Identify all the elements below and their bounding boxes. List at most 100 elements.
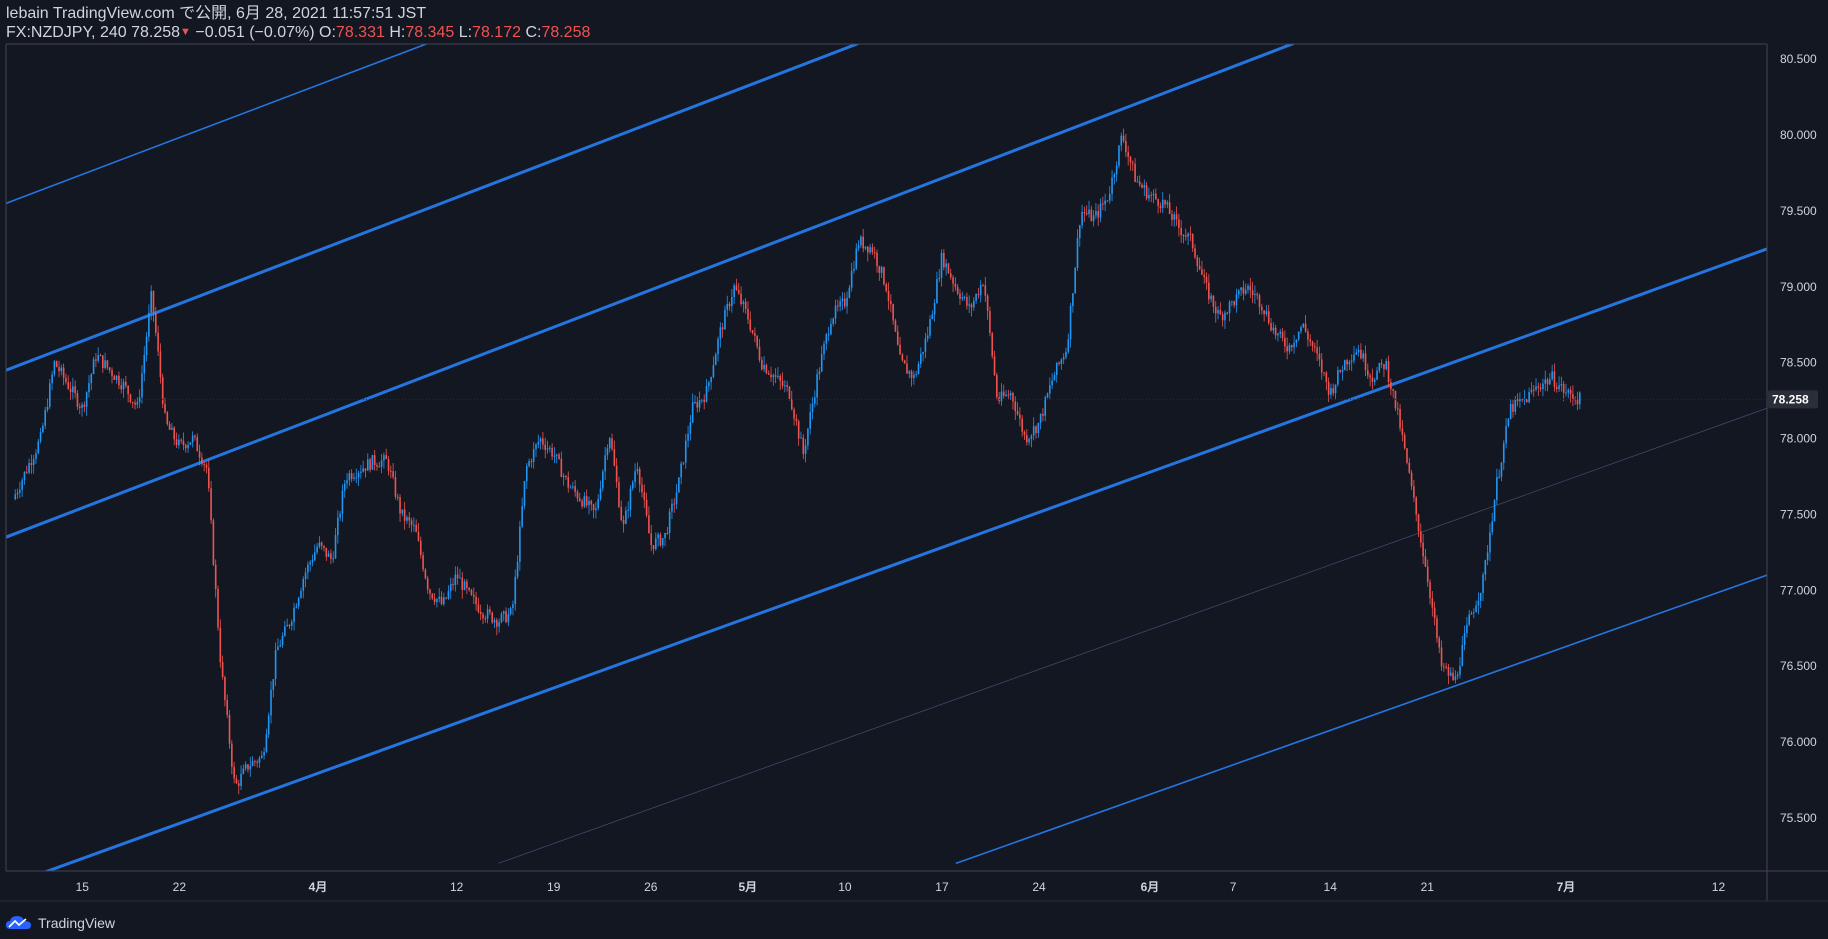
- candle-body: [830, 323, 832, 335]
- candle-body: [1528, 391, 1530, 403]
- candle-body: [258, 757, 261, 763]
- candle-body: [1479, 592, 1482, 601]
- candle-body: [908, 371, 911, 374]
- candle-body: [968, 304, 970, 306]
- candle-body: [394, 477, 397, 497]
- candle-body: [454, 574, 457, 585]
- candle-body: [1426, 566, 1429, 582]
- candle-body: [1470, 613, 1473, 615]
- candle-body: [917, 363, 920, 375]
- candle-body: [1226, 312, 1229, 314]
- candle-body: [903, 360, 906, 364]
- candle-body: [65, 377, 67, 383]
- plot-area[interactable]: [6, 44, 1767, 871]
- candle-body: [364, 468, 367, 471]
- candle-body: [1083, 211, 1086, 214]
- candle-body: [687, 433, 689, 441]
- candle-body: [1037, 422, 1040, 434]
- candle-body: [76, 393, 79, 407]
- candle-body: [943, 252, 945, 268]
- candle-body: [491, 612, 494, 623]
- candle-body: [58, 366, 60, 372]
- candle-body: [519, 526, 521, 562]
- candle-body: [747, 308, 749, 320]
- candle-body: [88, 383, 90, 393]
- candle-body: [1007, 394, 1010, 396]
- candle-body: [574, 486, 576, 492]
- candle-body: [684, 440, 687, 463]
- candle-body: [343, 483, 346, 491]
- candle-body: [1095, 211, 1097, 216]
- candle-body: [486, 609, 489, 619]
- candle-body: [1304, 323, 1307, 332]
- candle-body: [371, 455, 374, 470]
- candle-body: [1290, 345, 1293, 348]
- candle-body: [1316, 347, 1318, 354]
- candle-body: [1477, 600, 1480, 606]
- candle-body: [92, 359, 95, 375]
- candle-body: [496, 619, 498, 627]
- candle-body: [765, 364, 768, 374]
- candle-body: [638, 469, 641, 485]
- time-tick-label: 12: [450, 880, 464, 894]
- candle-body: [311, 560, 314, 563]
- candle-body: [242, 768, 245, 774]
- candle-body: [761, 359, 763, 370]
- candle-body: [143, 355, 146, 374]
- candle-body: [1311, 341, 1314, 347]
- candle-body: [839, 301, 841, 307]
- candle-body: [1376, 370, 1378, 380]
- candle-body: [484, 618, 487, 620]
- candle-body: [154, 312, 157, 333]
- candle-body: [818, 371, 821, 375]
- candle-body: [304, 572, 307, 580]
- candle-body: [1502, 443, 1505, 463]
- candle-body: [551, 447, 553, 457]
- candle-body: [1284, 337, 1286, 347]
- candle-body: [443, 597, 445, 605]
- candle-body: [327, 553, 330, 557]
- candle-body: [313, 552, 316, 561]
- candle-body: [113, 376, 116, 380]
- candle-body: [1424, 556, 1427, 567]
- candle-body: [779, 375, 782, 381]
- candle-body: [1337, 370, 1339, 385]
- candle-body: [1058, 362, 1060, 364]
- tradingview-cloud-icon: [6, 916, 31, 929]
- candle-body: [1178, 219, 1180, 228]
- candle-body: [786, 385, 788, 387]
- candle-body: [938, 277, 941, 280]
- time-axis[interactable]: 15 22 4月 12 19 26 5月 10 17 24 6月 7 14 21 7月 12: [76, 880, 1726, 894]
- candle-body: [1254, 293, 1256, 295]
- candle-body: [406, 517, 408, 521]
- candle-body: [569, 487, 572, 489]
- candle-body: [1270, 323, 1272, 331]
- candle-body: [562, 475, 565, 478]
- candle-body: [390, 470, 392, 472]
- candle-body: [1482, 574, 1484, 593]
- candle-body: [1065, 351, 1067, 358]
- price-tick-label: 77.500: [1780, 507, 1817, 521]
- candle-body: [749, 319, 752, 331]
- candle-body: [721, 327, 724, 330]
- candle-body: [537, 441, 540, 445]
- candle-body: [733, 285, 735, 297]
- candle-body: [1088, 209, 1090, 215]
- candle-body: [523, 481, 526, 507]
- candle-body: [996, 374, 998, 398]
- candle-body: [599, 488, 602, 500]
- candle-body: [507, 614, 510, 623]
- candle-body: [127, 385, 129, 395]
- candle-body: [1539, 387, 1542, 390]
- candle-body: [456, 574, 459, 579]
- candlestick-chart[interactable]: 75.500 76.000 76.500 77.000 77.500 78.000 78.5…: [0, 0, 1828, 939]
- candle-body: [712, 365, 715, 378]
- candle-body: [429, 589, 431, 594]
- candle-body: [334, 535, 337, 559]
- candle-body: [78, 406, 81, 408]
- candle-body: [774, 375, 777, 377]
- candle-body: [1046, 393, 1049, 398]
- candle-body: [781, 380, 784, 386]
- candle-body: [1062, 357, 1065, 360]
- candle-body: [1369, 375, 1371, 378]
